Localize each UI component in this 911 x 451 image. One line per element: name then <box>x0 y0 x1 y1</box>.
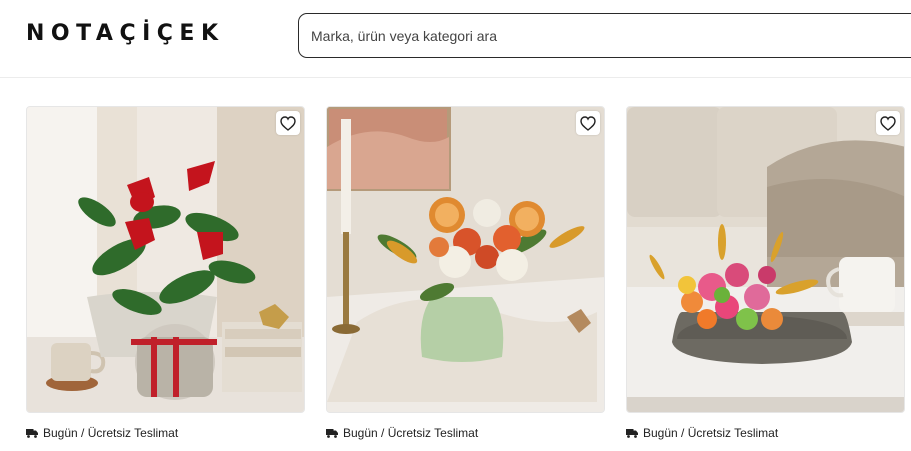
search-input[interactable] <box>299 14 911 57</box>
delivery-info: Bugün / Ücretsiz Teslimat <box>326 426 478 440</box>
product-image[interactable] <box>626 106 905 413</box>
delivery-text: Bugün / Ücretsiz Teslimat <box>343 426 479 440</box>
delivery-info: Bugün / Ücretsiz Teslimat <box>626 426 778 440</box>
bowl-arrangement-photo <box>627 107 904 412</box>
heart-icon <box>580 115 596 131</box>
product-card[interactable]: Bugün / Ücretsiz Teslimat <box>26 106 305 440</box>
site-header: NOTAÇİÇEK <box>0 0 911 78</box>
product-card[interactable]: Bugün / Ücretsiz Teslimat <box>326 106 605 440</box>
site-logo[interactable]: NOTAÇİÇEK <box>26 21 225 46</box>
heart-icon <box>880 115 896 131</box>
delivery-text: Bugün / Ücretsiz Teslimat <box>643 426 779 440</box>
rose-arrangement-photo <box>327 107 604 412</box>
product-image[interactable] <box>326 106 605 413</box>
favorite-button[interactable] <box>276 111 300 135</box>
product-card[interactable]: Bugün / Ücretsiz Teslimat <box>626 106 905 440</box>
anthurium-photo <box>27 107 304 412</box>
favorite-button[interactable] <box>576 111 600 135</box>
truck-icon <box>26 428 38 438</box>
truck-icon <box>626 428 638 438</box>
favorite-button[interactable] <box>876 111 900 135</box>
product-image[interactable] <box>26 106 305 413</box>
truck-icon <box>326 428 338 438</box>
heart-icon <box>280 115 296 131</box>
delivery-text: Bugün / Ücretsiz Teslimat <box>43 426 179 440</box>
delivery-info: Bugün / Ücretsiz Teslimat <box>26 426 178 440</box>
search-box[interactable] <box>298 13 911 58</box>
